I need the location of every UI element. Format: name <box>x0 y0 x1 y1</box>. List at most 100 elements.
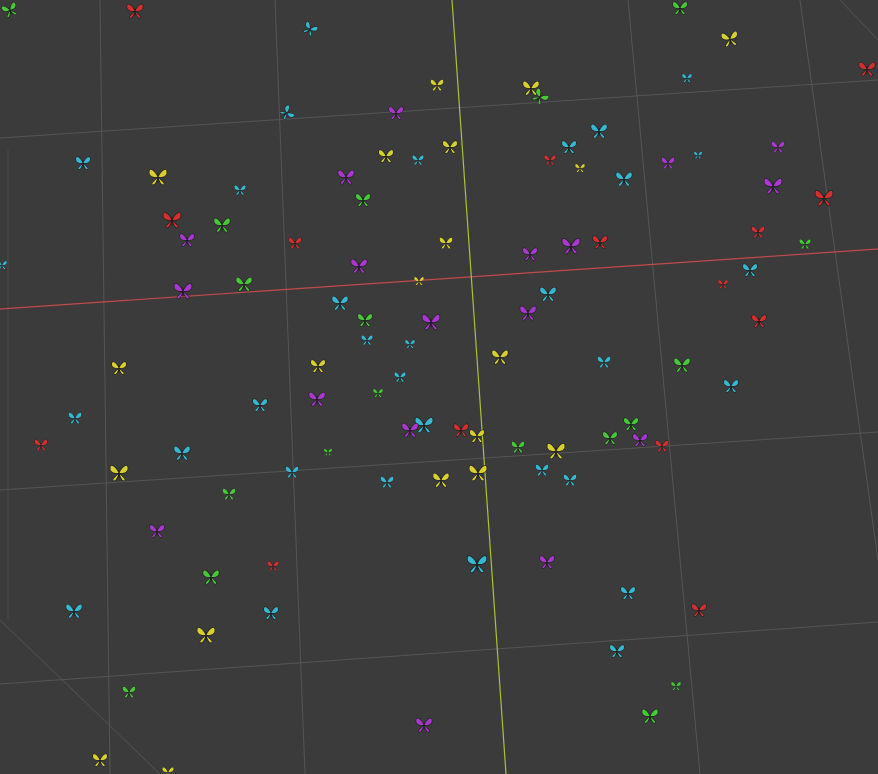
butterfly <box>693 151 703 159</box>
butterfly <box>92 753 108 767</box>
butterfly <box>222 488 236 500</box>
butterfly <box>65 603 83 619</box>
grid-line <box>839 0 878 41</box>
butterfly <box>590 123 608 139</box>
butterfly <box>632 433 648 447</box>
butterfly <box>491 349 509 365</box>
butterfly <box>592 235 608 249</box>
butterfly <box>285 466 299 478</box>
butterfly <box>1 1 17 18</box>
butterfly <box>539 286 557 302</box>
butterfly <box>162 212 182 229</box>
butterfly <box>661 157 675 169</box>
butterfly <box>126 3 144 19</box>
butterfly <box>763 178 783 195</box>
grid-line <box>0 621 878 685</box>
butterfly <box>623 417 639 431</box>
grid-line <box>627 0 701 774</box>
butterfly <box>672 1 688 15</box>
butterfly <box>561 140 577 154</box>
butterfly <box>401 422 419 438</box>
butterfly <box>563 474 577 486</box>
butterfly <box>357 313 373 327</box>
butterfly <box>68 412 82 424</box>
butterfly <box>234 185 246 196</box>
butterfly <box>173 445 191 461</box>
butterfly <box>263 606 279 620</box>
butterfly <box>337 169 355 185</box>
grid-line <box>799 0 878 561</box>
butterfly <box>539 555 555 569</box>
butterfly <box>404 339 416 349</box>
butterfly <box>641 708 659 724</box>
butterfly <box>75 156 91 170</box>
butterfly <box>439 237 453 249</box>
butterfly <box>252 398 268 412</box>
butterfly <box>681 73 693 83</box>
butterfly <box>267 561 279 572</box>
grid-line <box>0 431 878 491</box>
butterfly-particles <box>0 1 876 774</box>
grid-line <box>0 619 161 774</box>
grid-line <box>99 0 111 774</box>
butterfly <box>751 226 765 238</box>
y-axis-line <box>451 0 507 774</box>
butterfly <box>574 163 586 173</box>
viewport-scene[interactable] <box>0 0 878 774</box>
butterfly <box>519 305 537 321</box>
butterfly <box>468 465 488 482</box>
butterfly <box>122 686 136 698</box>
3d-viewport[interactable] <box>0 0 878 774</box>
butterfly <box>442 140 458 154</box>
butterfly <box>148 169 168 186</box>
butterfly <box>378 149 394 163</box>
butterfly <box>432 472 450 488</box>
butterfly <box>355 193 371 207</box>
butterfly <box>202 569 220 585</box>
floor-grid <box>0 0 878 774</box>
butterfly <box>310 359 326 373</box>
butterfly <box>609 644 625 658</box>
butterfly <box>388 106 404 120</box>
butterfly <box>602 431 618 445</box>
butterfly <box>561 238 581 255</box>
butterfly <box>372 388 384 398</box>
butterfly <box>544 155 556 166</box>
butterfly <box>196 627 216 644</box>
butterfly <box>620 586 636 600</box>
butterfly <box>109 465 129 482</box>
butterfly <box>597 356 611 368</box>
butterfly <box>421 314 441 331</box>
butterfly <box>799 239 811 250</box>
butterfly <box>522 247 538 261</box>
butterfly <box>511 441 525 453</box>
butterfly <box>858 61 876 77</box>
butterfly <box>535 464 549 476</box>
butterfly <box>323 448 333 456</box>
butterfly <box>670 681 682 691</box>
butterfly <box>717 279 729 289</box>
butterfly <box>111 361 127 375</box>
butterfly <box>771 141 785 153</box>
butterfly <box>288 237 302 249</box>
butterfly <box>179 233 195 247</box>
butterfly <box>723 379 739 393</box>
butterfly <box>394 372 406 383</box>
butterfly <box>331 295 349 311</box>
butterfly <box>466 555 488 573</box>
butterfly <box>415 717 433 733</box>
butterfly <box>350 258 368 274</box>
butterfly <box>691 603 707 617</box>
butterfly <box>412 155 424 166</box>
butterfly <box>0 260 8 270</box>
butterfly <box>162 767 174 774</box>
butterfly <box>380 476 394 488</box>
butterfly <box>742 263 758 277</box>
butterfly <box>814 190 834 207</box>
butterfly <box>751 314 767 328</box>
butterfly <box>361 335 373 346</box>
butterfly <box>720 30 738 48</box>
butterfly <box>213 217 231 233</box>
butterfly <box>308 391 326 407</box>
x-axis-line <box>0 248 878 310</box>
